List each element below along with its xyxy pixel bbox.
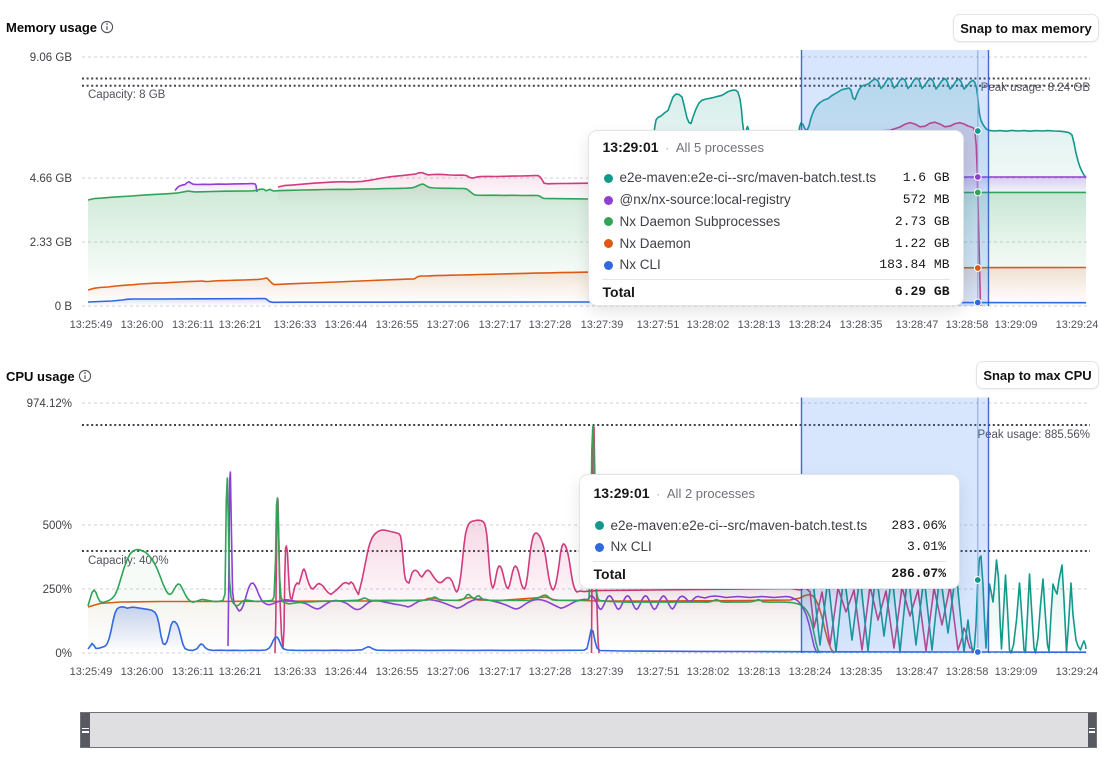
svg-text:13:26:55: 13:26:55 [376, 319, 419, 331]
svg-text:13:25:49: 13:25:49 [70, 319, 113, 331]
svg-text:13:27:06: 13:27:06 [427, 666, 470, 678]
svg-text:13:26:11: 13:26:11 [172, 319, 214, 331]
svg-text:13:27:51: 13:27:51 [637, 666, 680, 678]
svg-text:13:27:17: 13:27:17 [479, 666, 522, 678]
svg-text:13:27:39: 13:27:39 [581, 666, 624, 678]
svg-text:13:26:00: 13:26:00 [121, 319, 164, 331]
svg-text:13:27:06: 13:27:06 [427, 319, 470, 331]
svg-text:9.06 GB: 9.06 GB [30, 52, 73, 64]
svg-text:13:26:55: 13:26:55 [376, 666, 419, 678]
svg-text:13:28:58: 13:28:58 [946, 666, 989, 678]
svg-text:13:26:21: 13:26:21 [219, 319, 262, 331]
svg-text:2.33 GB: 2.33 GB [30, 237, 73, 249]
svg-text:4.66 GB: 4.66 GB [30, 173, 73, 185]
svg-text:13:26:33: 13:26:33 [274, 666, 317, 678]
svg-text:13:27:39: 13:27:39 [581, 319, 624, 331]
svg-text:13:28:35: 13:28:35 [840, 666, 883, 678]
svg-text:0 B: 0 B [55, 301, 73, 313]
svg-text:250%: 250% [43, 584, 72, 596]
svg-text:13:26:44: 13:26:44 [325, 319, 368, 331]
svg-text:13:28:24: 13:28:24 [789, 666, 832, 678]
svg-text:13:28:47: 13:28:47 [896, 319, 939, 331]
svg-text:13:27:28: 13:27:28 [529, 319, 572, 331]
svg-text:13:26:11: 13:26:11 [172, 666, 214, 678]
svg-text:13:29:09: 13:29:09 [995, 319, 1038, 331]
svg-text:13:28:02: 13:28:02 [687, 666, 730, 678]
svg-text:13:29:09: 13:29:09 [995, 666, 1038, 678]
svg-text:13:26:21: 13:26:21 [219, 666, 262, 678]
svg-text:13:28:13: 13:28:13 [738, 319, 781, 331]
svg-text:13:28:58: 13:28:58 [946, 319, 989, 331]
svg-text:13:28:35: 13:28:35 [840, 319, 883, 331]
svg-text:Peak usage: 8.24 GB: Peak usage: 8.24 GB [981, 82, 1091, 94]
svg-text:13:28:47: 13:28:47 [896, 666, 939, 678]
svg-text:13:27:17: 13:27:17 [479, 319, 522, 331]
svg-text:13:28:24: 13:28:24 [789, 319, 832, 331]
svg-text:974.12%: 974.12% [27, 398, 72, 410]
svg-text:13:25:49: 13:25:49 [70, 666, 113, 678]
svg-text:13:26:33: 13:26:33 [274, 319, 317, 331]
svg-text:13:27:51: 13:27:51 [637, 319, 680, 331]
svg-text:13:28:02: 13:28:02 [687, 319, 730, 331]
svg-text:13:29:24: 13:29:24 [1056, 319, 1099, 331]
svg-text:13:26:44: 13:26:44 [325, 666, 368, 678]
svg-text:Capacity: 8 GB: Capacity: 8 GB [88, 89, 166, 101]
svg-text:13:26:00: 13:26:00 [121, 666, 164, 678]
svg-text:500%: 500% [43, 520, 72, 532]
svg-text:13:28:13: 13:28:13 [738, 666, 781, 678]
svg-text:13:27:28: 13:27:28 [529, 666, 572, 678]
svg-text:13:29:24: 13:29:24 [1056, 666, 1099, 678]
svg-text:0%: 0% [55, 648, 72, 660]
svg-text:Peak usage: 885.56%: Peak usage: 885.56% [977, 429, 1090, 441]
